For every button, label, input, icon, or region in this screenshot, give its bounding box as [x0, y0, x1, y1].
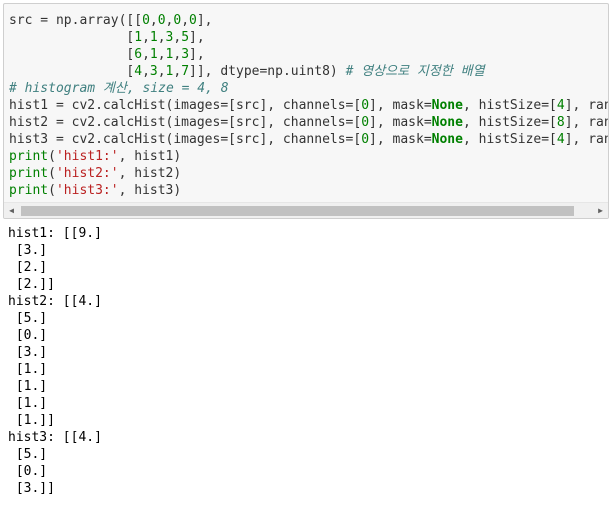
output-line: [2.]] [8, 277, 55, 292]
output-line: hist3: [[4.] [8, 430, 102, 445]
scroll-left-icon[interactable]: ◀ [4, 203, 19, 218]
output-line: [2.] [8, 260, 48, 275]
scroll-right-icon[interactable]: ▶ [593, 203, 608, 218]
output-line: [5.] [8, 311, 48, 326]
output-line: hist2: [[4.] [8, 294, 102, 309]
output-line: [0.] [8, 464, 48, 479]
output-line: [1.]] [8, 413, 55, 428]
code-line: print('hist3:', hist3) [9, 183, 182, 198]
horizontal-scrollbar[interactable]: ◀ ▶ [4, 202, 608, 218]
output-line: [0.] [8, 328, 48, 343]
output-line: [3.] [8, 243, 48, 258]
code-line: # histogram 계산, size = 4, 8 [9, 81, 229, 96]
cell-output: hist1: [[9.] [3.] [2.] [2.]] hist2: [[4.… [8, 225, 608, 505]
code-line: print('hist2:', hist2) [9, 166, 182, 181]
output-line: [1.] [8, 396, 48, 411]
code-line: hist2 = cv2.calcHist(images=[src], chann… [9, 115, 608, 130]
code-editor[interactable]: src = np.array([[0,0,0,0], [1,1,3,5], [6… [4, 4, 608, 204]
code-line: [6,1,1,3], [9, 47, 205, 62]
code-input-cell[interactable]: src = np.array([[0,0,0,0], [1,1,3,5], [6… [3, 3, 609, 219]
scrollbar-thumb[interactable] [21, 206, 574, 216]
output-line: [3.]] [8, 481, 55, 496]
output-line: [1.] [8, 362, 48, 377]
output-line: [5.] [8, 447, 48, 462]
code-line: [4,3,1,7]], dtype=np.uint8) # 영상으로 지정한 배… [9, 64, 485, 79]
code-line: hist3 = cv2.calcHist(images=[src], chann… [9, 132, 608, 147]
output-line: [1.] [8, 379, 48, 394]
code-line: hist1 = cv2.calcHist(images=[src], chann… [9, 98, 608, 113]
output-line: hist1: [[9.] [8, 226, 102, 241]
output-line: [3.] [8, 345, 48, 360]
code-line: [1,1,3,5], [9, 30, 205, 45]
code-line: src = np.array([[0,0,0,0], [9, 13, 213, 28]
code-line: print('hist1:', hist1) [9, 149, 182, 164]
